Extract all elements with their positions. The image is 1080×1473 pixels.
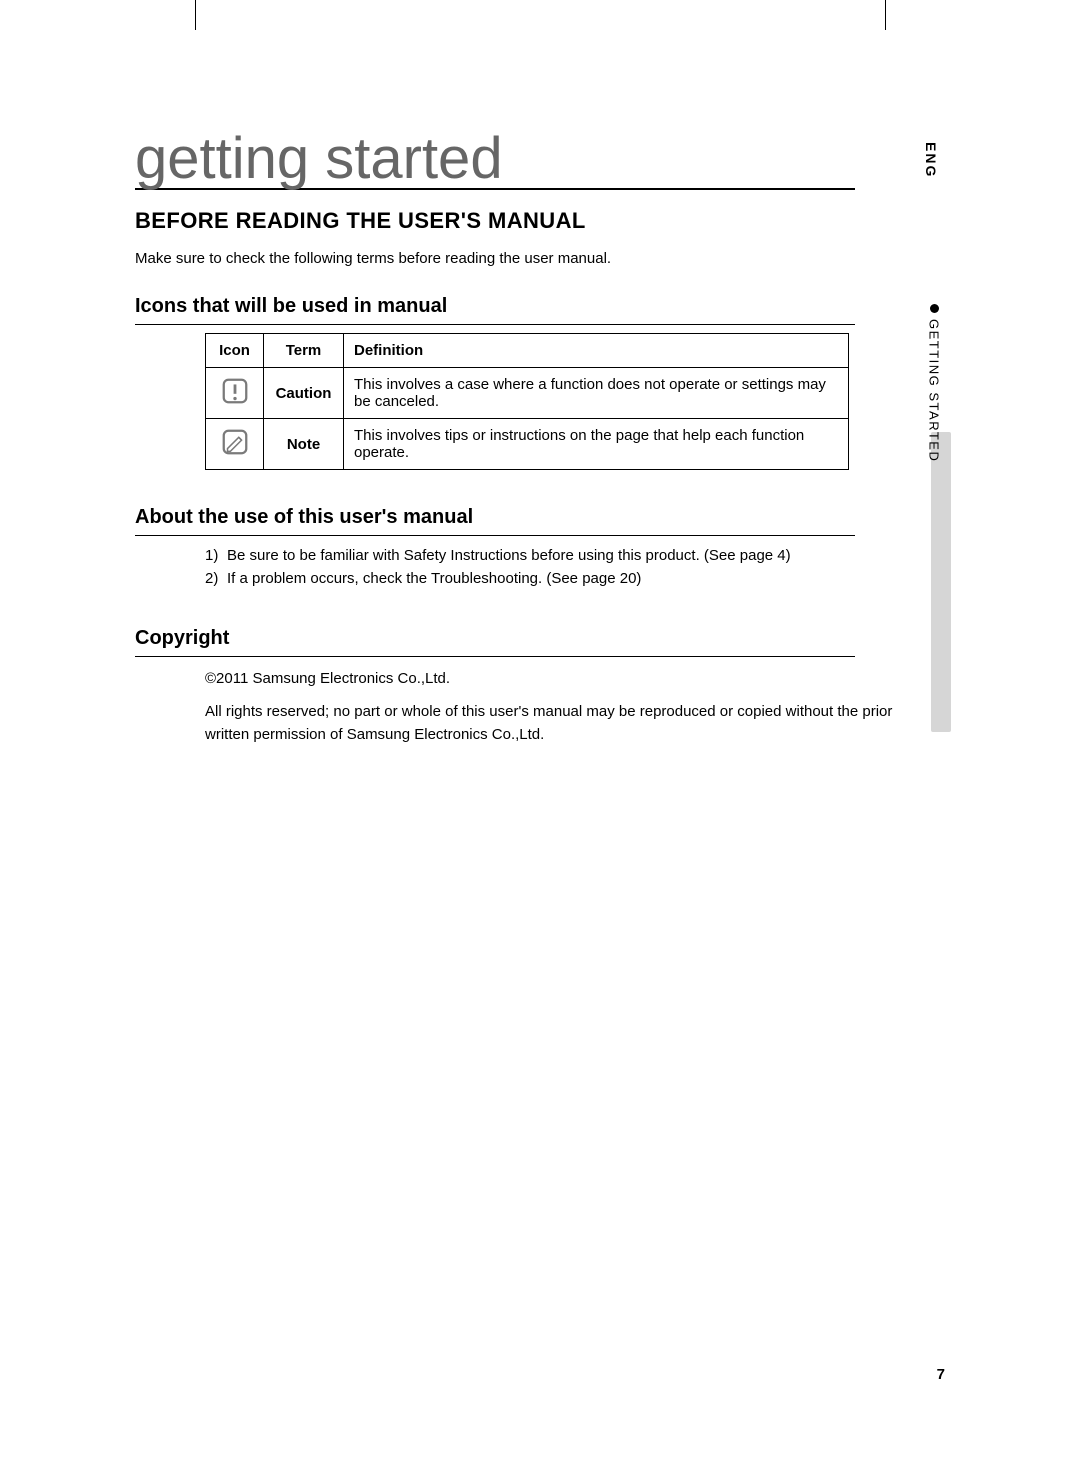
term-cell: Caution: [264, 368, 344, 419]
copyright-block: ©2011 Samsung Electronics Co.,Ltd. All r…: [135, 667, 855, 747]
table-row: Caution This involves a case where a fun…: [206, 368, 849, 419]
caution-icon: [220, 376, 250, 406]
icon-cell: [206, 368, 264, 419]
bullet-icon: [930, 304, 939, 313]
page-content: getting started BEFORE READING THE USER'…: [135, 0, 945, 1473]
section-heading: BEFORE READING THE USER'S MANUAL: [135, 208, 855, 234]
side-section-wrap: GETTING STARTED: [923, 304, 945, 462]
about-use-list-wrap: Be sure to be familiar with Safety Instr…: [135, 544, 855, 591]
table-row: Note This involves tips or instructions …: [206, 419, 849, 470]
note-icon: [220, 427, 250, 457]
about-use-subheading: About the use of this user's manual: [135, 506, 855, 536]
list-item: If a problem occurs, check the Troublesh…: [205, 567, 855, 590]
chapter-title: getting started: [135, 130, 855, 190]
col-header-term: Term: [264, 334, 344, 368]
list-item: Be sure to be familiar with Safety Instr…: [205, 544, 855, 567]
side-section-label: GETTING STARTED: [927, 319, 942, 462]
side-tab: ENG GETTING STARTED: [923, 142, 945, 463]
copyright-subheading: Copyright: [135, 627, 855, 657]
about-use-list: Be sure to be familiar with Safety Instr…: [205, 544, 855, 591]
page-number: 7: [937, 1366, 945, 1383]
definition-cell: This involves tips or instructions on th…: [344, 419, 849, 470]
term-cell: Note: [264, 419, 344, 470]
intro-text: Make sure to check the following terms b…: [135, 250, 855, 267]
icon-cell: [206, 419, 264, 470]
icons-table-wrap: Icon Term Definition Caution This i: [135, 333, 855, 470]
copyright-line: ©2011 Samsung Electronics Co.,Ltd.: [205, 667, 925, 690]
col-header-definition: Definition: [344, 334, 849, 368]
side-tab-background: [931, 432, 951, 732]
definition-cell: This involves a case where a function do…: [344, 368, 849, 419]
side-language-label: ENG: [923, 142, 939, 304]
copyright-line: All rights reserved; no part or whole of…: [205, 700, 925, 747]
icons-subheading: Icons that will be used in manual: [135, 295, 855, 325]
icons-table: Icon Term Definition Caution This i: [205, 333, 849, 470]
table-header-row: Icon Term Definition: [206, 334, 849, 368]
col-header-icon: Icon: [206, 334, 264, 368]
